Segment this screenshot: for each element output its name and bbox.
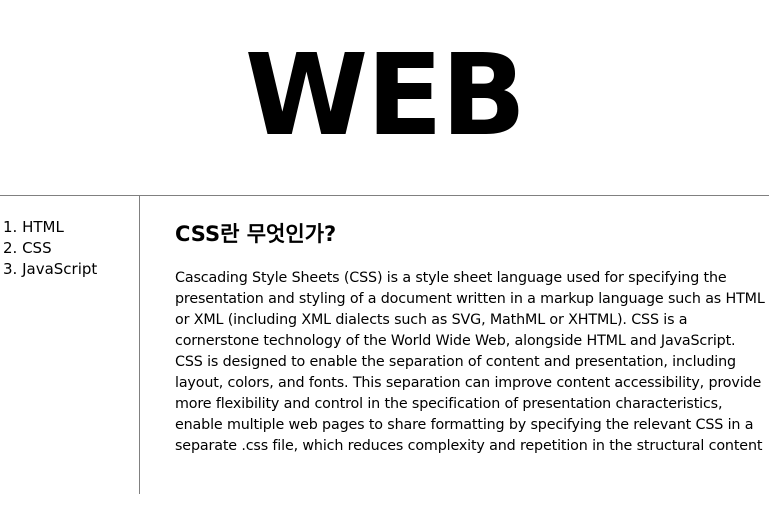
article-title: CSS란 무엇인가?: [175, 222, 337, 246]
article-body: Cascading Style Sheets (CSS) is a style …: [175, 270, 765, 454]
nav-item-html[interactable]: 1. HTML: [3, 217, 139, 238]
nav-item-javascript[interactable]: 3. JavaScript: [3, 259, 139, 280]
main-content: CSS란 무엇인가? Cascading Style Sheets (CSS) …: [175, 196, 767, 457]
sidebar-nav: 1. HTML 2. CSS 3. JavaScript: [0, 196, 140, 494]
site-title: WEB: [244, 31, 526, 161]
nav-item-css[interactable]: 2. CSS: [3, 238, 139, 259]
page: WEB 1. HTML 2. CSS 3. JavaScript CSS란 무엇…: [0, 0, 769, 508]
nav-link-html[interactable]: 1. HTML: [3, 218, 64, 236]
nav-link-javascript[interactable]: 3. JavaScript: [3, 260, 97, 278]
nav-list: 1. HTML 2. CSS 3. JavaScript: [0, 196, 139, 280]
nav-link-css[interactable]: 2. CSS: [3, 239, 52, 257]
content-layout: 1. HTML 2. CSS 3. JavaScript CSS란 무엇인가? …: [0, 196, 769, 494]
